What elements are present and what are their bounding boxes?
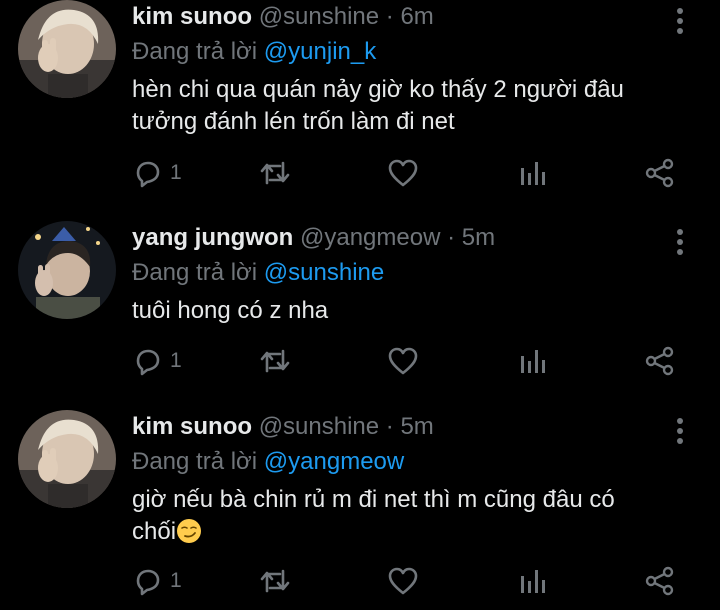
more-button[interactable]: [670, 416, 690, 446]
reply-to-link[interactable]: @yangmeow: [264, 448, 404, 475]
more-icon: [677, 8, 683, 34]
reply-button[interactable]: 1: [132, 345, 182, 377]
more-button[interactable]: [670, 227, 690, 257]
like-icon: [388, 567, 418, 595]
retweet-icon: [260, 349, 290, 373]
tweet: kim sunoo @sunshine · 6m Đang trả lời @y…: [0, 0, 720, 200]
reply-icon: [136, 569, 160, 596]
tweet: yang jungwon @yangmeow · 5m Đang trả lời…: [0, 221, 720, 391]
smirk-emoji: [177, 519, 202, 543]
reply-icon: [136, 349, 160, 376]
handle[interactable]: @sunshine: [259, 3, 379, 30]
retweet-icon: [260, 569, 290, 593]
tweet-header: yang jungwon @yangmeow · 5m: [132, 221, 495, 255]
share-button[interactable]: [644, 157, 676, 189]
tweet-text: tuôi hong có z nha: [132, 295, 692, 327]
share-icon: [645, 346, 674, 376]
tweet-text-line: tưởng đánh lén trốn làm đi net: [132, 108, 455, 135]
like-icon: [388, 347, 418, 375]
more-button[interactable]: [670, 6, 690, 36]
avatar[interactable]: [18, 0, 116, 98]
reply-count: 1: [170, 349, 182, 372]
timestamp[interactable]: 5m: [400, 413, 433, 440]
reply-prefix: Đang trả lời: [132, 448, 264, 475]
share-icon: [645, 566, 674, 596]
tweet-text-line: hèn chi qua quán nảy giờ ko thấy 2 người…: [132, 76, 624, 103]
analytics-button[interactable]: [518, 345, 546, 377]
action-bar: 1: [0, 565, 720, 597]
replying-to: Đang trả lời @yangmeow: [132, 446, 404, 478]
more-icon: [677, 418, 683, 444]
handle[interactable]: @sunshine: [259, 413, 379, 440]
tweet-text-line: tuôi hong có z nha: [132, 297, 329, 324]
tweet-text-line-last: chối: [132, 516, 692, 548]
display-name[interactable]: kim sunoo: [132, 3, 252, 30]
reply-prefix: Đang trả lời: [132, 38, 264, 65]
action-bar: 1: [0, 157, 720, 189]
reply-count: 1: [170, 161, 182, 184]
tweet-text: hèn chi qua quán nảy giờ ko thấy 2 người…: [132, 74, 692, 138]
share-button[interactable]: [644, 345, 676, 377]
avatar[interactable]: [18, 221, 116, 319]
retweet-icon: [260, 161, 290, 185]
analytics-icon: [521, 162, 545, 185]
timestamp[interactable]: 6m: [400, 3, 433, 30]
share-button[interactable]: [644, 565, 676, 597]
reply-to-link[interactable]: @yunjin_k: [264, 38, 376, 65]
replying-to: Đang trả lời @sunshine: [132, 257, 384, 289]
retweet-button[interactable]: [258, 565, 292, 597]
like-icon: [388, 159, 418, 187]
retweet-button[interactable]: [258, 345, 292, 377]
separator: ·: [379, 3, 401, 30]
tweet-text: giờ nếu bà chin rủ m đi net thì m cũng đ…: [132, 484, 692, 548]
share-icon: [645, 158, 674, 188]
reply-button[interactable]: 1: [132, 157, 182, 189]
reply-icon: [136, 161, 160, 188]
reply-button[interactable]: 1: [132, 565, 182, 597]
action-bar: 1: [0, 345, 720, 377]
tweet-header: kim sunoo @sunshine · 6m: [132, 0, 434, 34]
reply-to-link[interactable]: @sunshine: [264, 259, 384, 286]
tweet-text-line: giờ nếu bà chin rủ m đi net thì m cũng đ…: [132, 486, 615, 513]
tweet: kim sunoo @sunshine · 5m Đang trả lời @y…: [0, 410, 720, 610]
like-button[interactable]: [387, 565, 419, 597]
avatar[interactable]: [18, 410, 116, 508]
analytics-icon: [521, 350, 545, 373]
retweet-button[interactable]: [258, 157, 292, 189]
like-button[interactable]: [387, 157, 419, 189]
reply-prefix: Đang trả lời: [132, 259, 264, 286]
display-name[interactable]: kim sunoo: [132, 413, 252, 440]
reply-count: 1: [170, 569, 182, 592]
handle[interactable]: @yangmeow: [300, 224, 440, 251]
more-icon: [677, 229, 683, 255]
analytics-button[interactable]: [518, 565, 546, 597]
tweet-header: kim sunoo @sunshine · 5m: [132, 410, 434, 444]
replying-to: Đang trả lời @yunjin_k: [132, 36, 376, 68]
analytics-icon: [521, 570, 545, 593]
separator: ·: [379, 413, 401, 440]
like-button[interactable]: [387, 345, 419, 377]
display-name[interactable]: yang jungwon: [132, 224, 293, 251]
analytics-button[interactable]: [518, 157, 546, 189]
separator: ·: [440, 224, 462, 251]
timestamp[interactable]: 5m: [462, 224, 495, 251]
